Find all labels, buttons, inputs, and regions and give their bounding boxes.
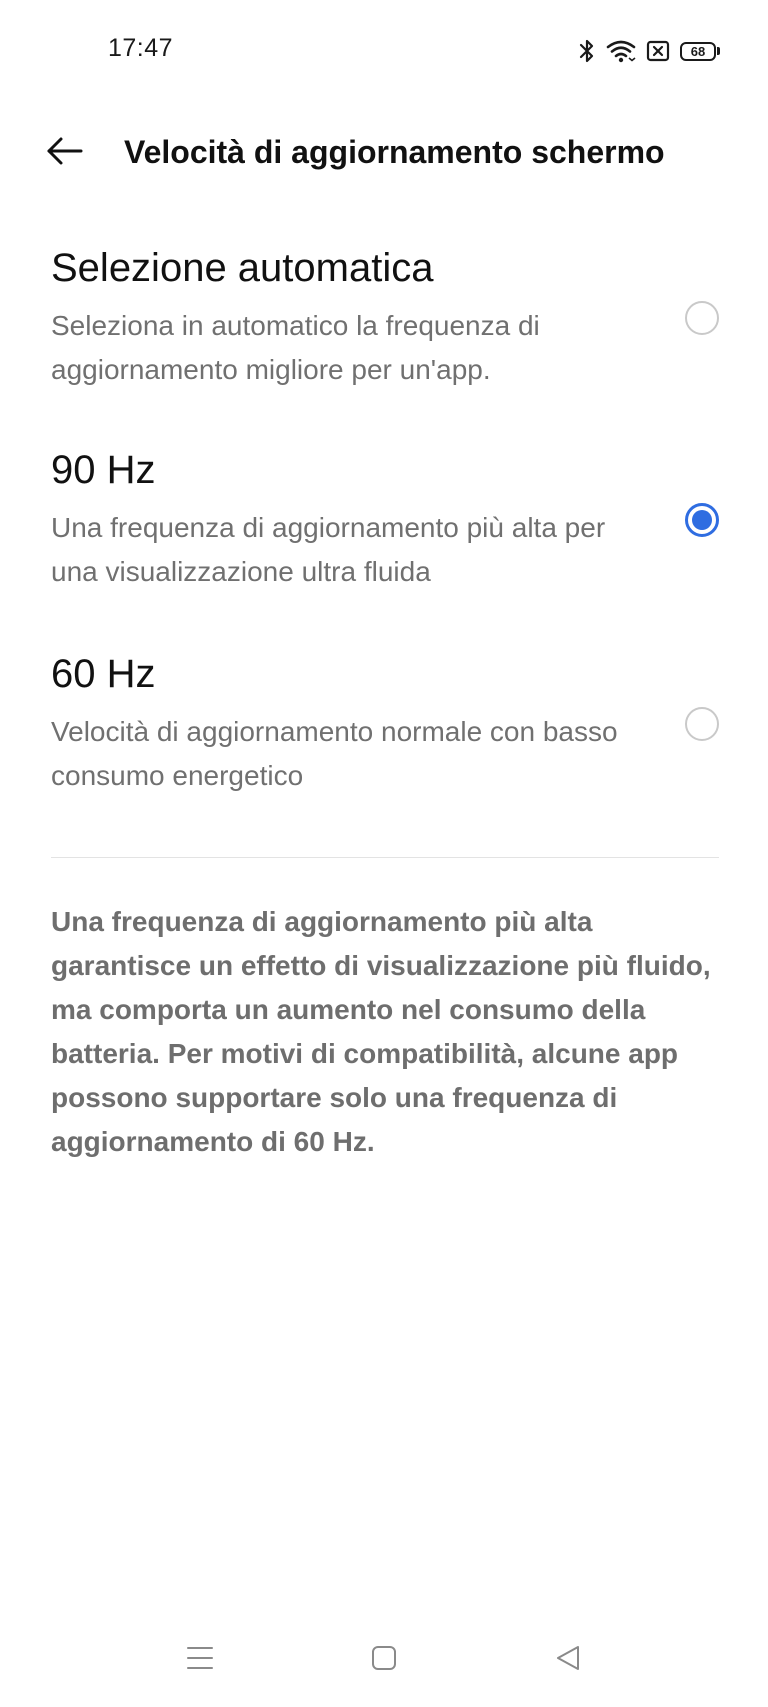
recent-apps-button[interactable] — [178, 1638, 222, 1682]
info-text: Una frequenza di aggiornamento più alta … — [51, 906, 711, 1157]
back-triangle-icon — [554, 1644, 582, 1677]
arrow-left-icon — [46, 136, 84, 171]
status-time: 17:47 — [108, 34, 174, 62]
page-title: Velocità di aggiornamento schermo — [124, 134, 665, 170]
back-nav-button[interactable] — [546, 1638, 590, 1682]
divider — [51, 857, 719, 858]
home-button[interactable] — [362, 1638, 406, 1682]
status-bar: 17:47 68 — [0, 0, 768, 100]
battery-level: 68 — [680, 41, 716, 61]
radio-90hz[interactable] — [685, 503, 719, 537]
radio-60hz[interactable] — [685, 707, 719, 741]
wifi-icon — [606, 39, 636, 63]
back-button[interactable] — [44, 132, 86, 174]
menu-icon — [186, 1645, 214, 1676]
option-auto[interactable]: Selezione automatica Seleziona in automa… — [0, 246, 768, 386]
status-icons: 68 — [578, 36, 720, 66]
option-title: 60 Hz — [51, 652, 156, 696]
navigation-bar — [0, 1630, 768, 1690]
option-description: Seleziona in automatico la frequenza di … — [51, 310, 540, 385]
option-title: Selezione automatica — [51, 246, 434, 290]
app-header: Velocità di aggiornamento schermo — [0, 118, 768, 188]
option-description: Una frequenza di aggiornamento più alta … — [51, 512, 606, 587]
bluetooth-icon — [578, 38, 596, 64]
option-description: Velocità di aggiornamento normale con ba… — [51, 716, 618, 791]
battery-icon: 68 — [680, 41, 720, 61]
home-icon — [370, 1644, 398, 1677]
radio-selected-dot — [692, 510, 712, 530]
radio-auto[interactable] — [685, 301, 719, 335]
option-90hz[interactable]: 90 Hz Una frequenza di aggiornamento più… — [0, 448, 768, 588]
option-60hz[interactable]: 60 Hz Velocità di aggiornamento normale … — [0, 652, 768, 792]
sim-off-icon — [646, 40, 670, 62]
option-title: 90 Hz — [51, 448, 156, 492]
